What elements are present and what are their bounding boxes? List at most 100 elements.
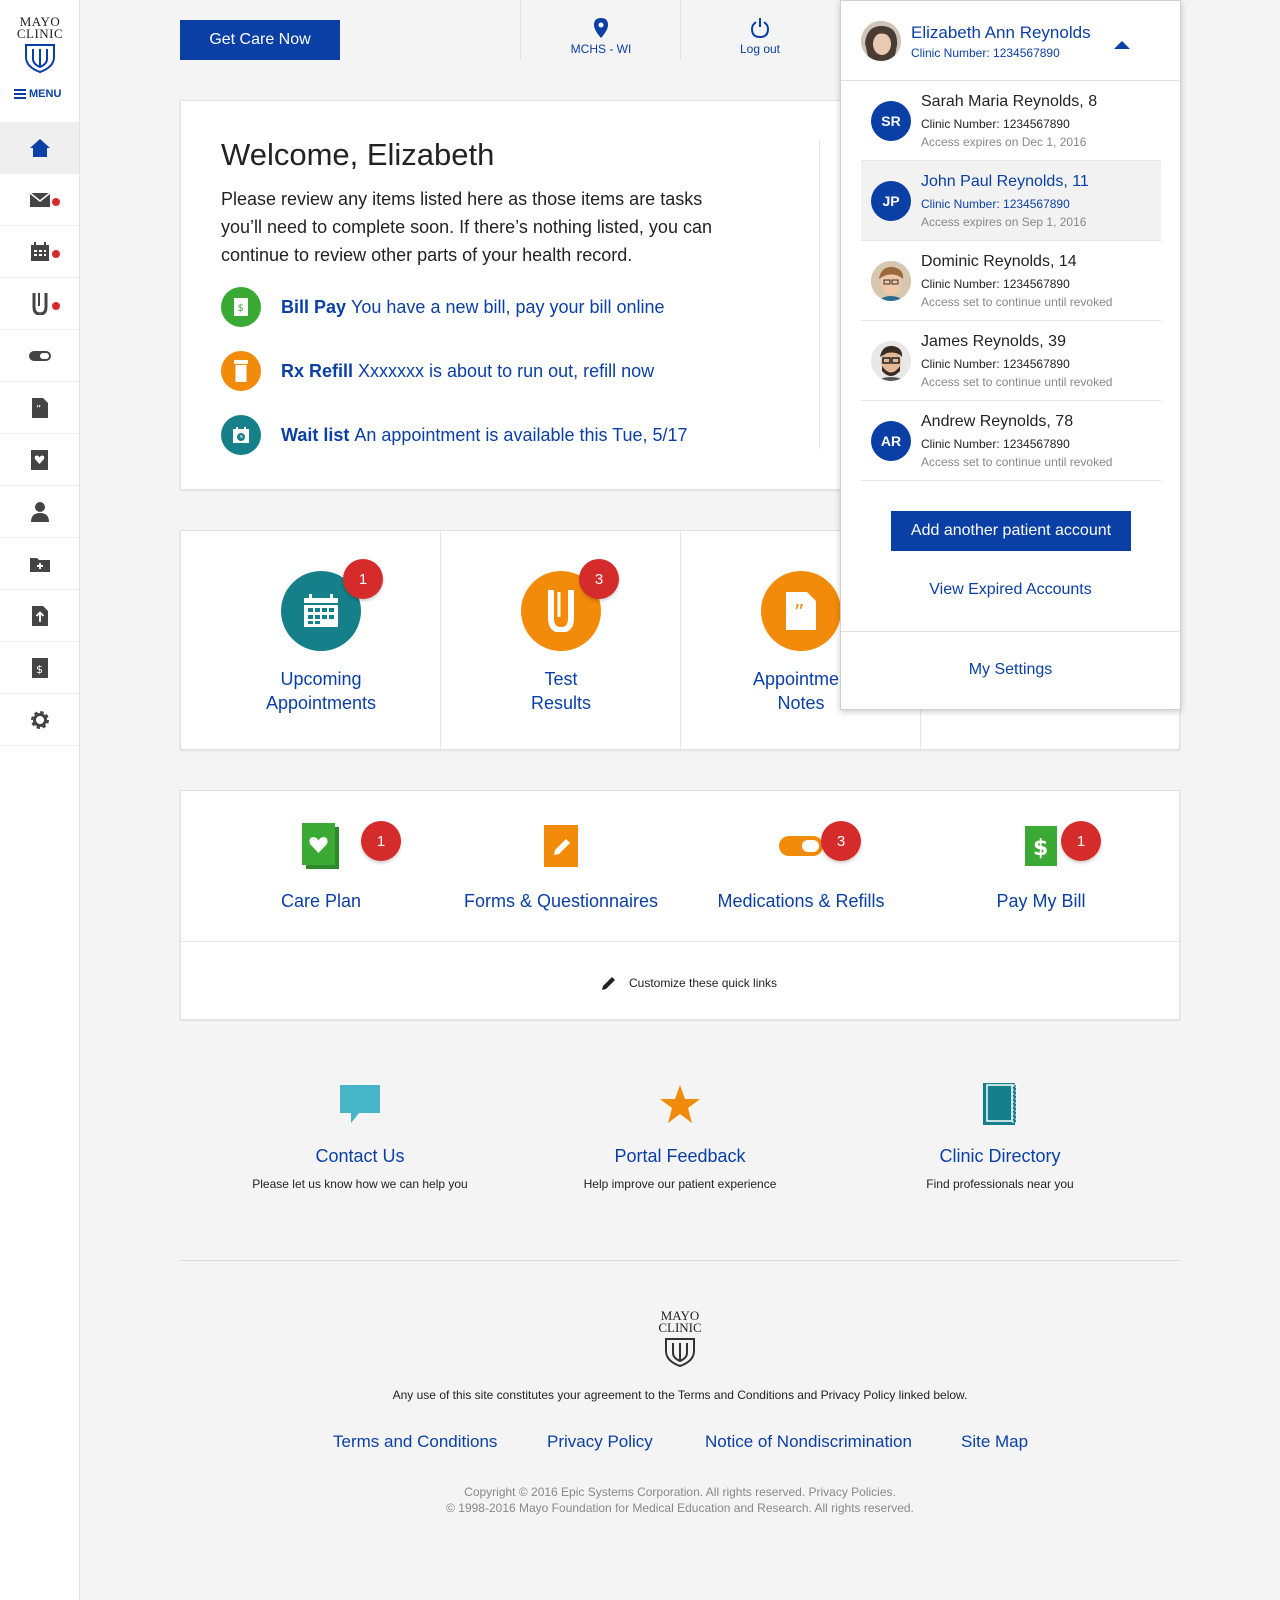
quick-links-divider	[181, 941, 1179, 942]
account-name: Dominic Reynolds, 14	[921, 253, 1077, 270]
caret-up-icon[interactable]	[1114, 41, 1130, 49]
sidebar-item-documents[interactable]	[0, 538, 79, 590]
portal-feedback-block[interactable]: Portal Feedback Help improve our patient…	[520, 1080, 840, 1191]
account-name: James Reynolds, 39	[921, 333, 1066, 350]
sidebar-item-appointments[interactable]	[0, 226, 79, 278]
current-account-header[interactable]: Elizabeth Ann Reynolds Clinic Number: 12…	[841, 1, 1180, 81]
sidebar-item-messages[interactable]	[0, 174, 79, 226]
nondiscrimination-link[interactable]: Notice of Nondiscrimination	[705, 1432, 912, 1452]
logout-link[interactable]: Log out	[705, 18, 815, 56]
topbar-divider	[680, 0, 681, 60]
add-patient-account-button[interactable]: Add another patient account	[891, 511, 1131, 551]
sidebar-item-upload[interactable]	[0, 590, 79, 642]
form-edit-icon	[441, 821, 681, 871]
dollar-icon: $	[221, 287, 261, 327]
user-photo-icon	[871, 261, 911, 301]
quick-link-medications[interactable]: 3 Medications & Refills	[681, 821, 921, 912]
sidebar-item-settings[interactable]	[0, 694, 79, 746]
user-photo-icon	[861, 21, 901, 61]
account-item[interactable]: James Reynolds, 39 Clinic Number: 123456…	[861, 321, 1161, 401]
location-link[interactable]: MCHS - WI	[546, 18, 656, 56]
sidebar-item-medications[interactable]	[0, 330, 79, 382]
chat-bubble-icon	[200, 1080, 520, 1128]
quick-link-label: Medications & Refills	[717, 891, 885, 911]
view-expired-accounts-link[interactable]: View Expired Accounts	[841, 581, 1180, 599]
account-access: Access set to continue until revoked	[921, 295, 1113, 309]
task-rx-refill[interactable]: Rx Refill Xxxxxxx is about to run out, r…	[221, 351, 654, 391]
task-title: Wait list	[281, 424, 350, 445]
copyright-line1: Copyright © 2016 Epic Systems Corporatio…	[464, 1485, 896, 1499]
task-title: Bill Pay	[281, 296, 347, 317]
account-access: Access set to continue until revoked	[921, 455, 1113, 469]
terms-link[interactable]: Terms and Conditions	[333, 1432, 497, 1452]
footer-logo: MAYO CLINIC	[650, 1309, 710, 1367]
copyright-line2: © 1998-2016 Mayo Foundation for Medical …	[446, 1501, 914, 1515]
upcoming-appointments-tile[interactable]: 1 Upcoming Appointments	[201, 559, 441, 715]
contact-us-subtitle: Please let us know how we can help you	[252, 1177, 468, 1191]
dropdown-divider	[841, 631, 1180, 632]
quick-link-pay-bill[interactable]: $ 1 Pay My Bill	[921, 821, 1161, 912]
my-settings-link[interactable]: My Settings	[841, 661, 1180, 679]
menu-button[interactable]: MENU	[14, 88, 61, 100]
clinic-directory-link[interactable]: Clinic Directory	[840, 1146, 1160, 1167]
account-switcher-dropdown: Elizabeth Ann Reynolds Clinic Number: 12…	[840, 0, 1181, 710]
mayo-clinic-logo[interactable]: MAYO CLINIC	[12, 15, 68, 73]
account-clinic-number: Clinic Number: 1234567890	[921, 117, 1070, 131]
gear-icon	[30, 710, 49, 729]
account-item[interactable]: JP John Paul Reynolds, 11 Clinic Number:…	[861, 161, 1161, 241]
pencil-icon	[602, 977, 615, 990]
account-access: Access set to continue until revoked	[921, 375, 1113, 389]
care-plan-icon	[30, 449, 48, 470]
notes-icon: ”	[761, 571, 841, 651]
contact-us-block[interactable]: Contact Us Please let us know how we can…	[200, 1080, 520, 1191]
portal-feedback-link[interactable]: Portal Feedback	[520, 1146, 840, 1167]
current-clinic-number: Clinic Number: 1234567890	[911, 46, 1060, 60]
quick-link-forms[interactable]: Forms & Questionnaires	[441, 821, 681, 912]
notes-icon: ”	[31, 397, 48, 418]
test-results-tile[interactable]: 3 Test Results	[441, 559, 681, 715]
account-item[interactable]: SR Sarah Maria Reynolds, 8 Clinic Number…	[861, 81, 1161, 161]
sidebar-item-home[interactable]	[0, 122, 79, 174]
contact-us-link[interactable]: Contact Us	[200, 1146, 520, 1167]
tile-label: Upcoming Appointments	[201, 667, 441, 715]
notification-dot	[52, 250, 60, 258]
tile-label-line1: Test	[544, 669, 578, 689]
notification-badge: 3	[579, 559, 619, 599]
task-text: Xxxxxxx is about to run out, refill now	[358, 360, 655, 381]
shield-icon	[665, 1338, 695, 1367]
sidebar-item-care-plan[interactable]	[0, 434, 79, 486]
notification-badge: 1	[361, 821, 401, 861]
account-item[interactable]: AR Andrew Reynolds, 78 Clinic Number: 12…	[861, 401, 1161, 481]
account-clinic-number: Clinic Number: 1234567890	[921, 277, 1070, 291]
privacy-policy-link[interactable]: Privacy Policy	[547, 1432, 653, 1452]
tile-label-line1: Upcoming	[280, 669, 362, 689]
account-item[interactable]: Dominic Reynolds, 14 Clinic Number: 1234…	[861, 241, 1161, 321]
task-text: You have a new bill, pay your bill onlin…	[351, 296, 665, 317]
sidebar: MAYO CLINIC MENU ” $	[0, 0, 80, 1600]
get-care-now-button[interactable]: Get Care Now	[180, 20, 340, 60]
quick-link-label: Forms & Questionnaires	[463, 891, 659, 911]
svg-text:$: $	[36, 663, 43, 676]
sidebar-item-doctors[interactable]	[0, 486, 79, 538]
customize-quick-links-link[interactable]: Customize these quick links	[601, 975, 777, 991]
star-icon	[520, 1080, 840, 1128]
sidebar-item-billing[interactable]: $	[0, 642, 79, 694]
avatar	[861, 21, 901, 61]
care-plan-icon	[201, 821, 441, 871]
home-icon	[29, 138, 50, 157]
test-tube-icon	[32, 292, 47, 315]
sidebar-item-test-results[interactable]	[0, 278, 79, 330]
task-title: Rx Refill	[281, 360, 354, 381]
clinic-directory-block[interactable]: Clinic Directory Find professionals near…	[840, 1080, 1160, 1191]
quick-link-care-plan[interactable]: 1 Care Plan	[201, 821, 441, 912]
sidebar-item-notes[interactable]: ”	[0, 382, 79, 434]
notification-badge: 1	[343, 559, 383, 599]
task-wait-list[interactable]: Wait list An appointment is available th…	[221, 415, 688, 455]
svg-text:$: $	[1033, 836, 1048, 861]
notification-dot	[52, 198, 60, 206]
task-bill-pay[interactable]: $ Bill Pay You have a new bill, pay your…	[221, 287, 665, 327]
pill-icon	[28, 350, 51, 361]
avatar	[871, 261, 911, 301]
notification-badge: 1	[1061, 821, 1101, 861]
site-map-link[interactable]: Site Map	[961, 1432, 1028, 1452]
